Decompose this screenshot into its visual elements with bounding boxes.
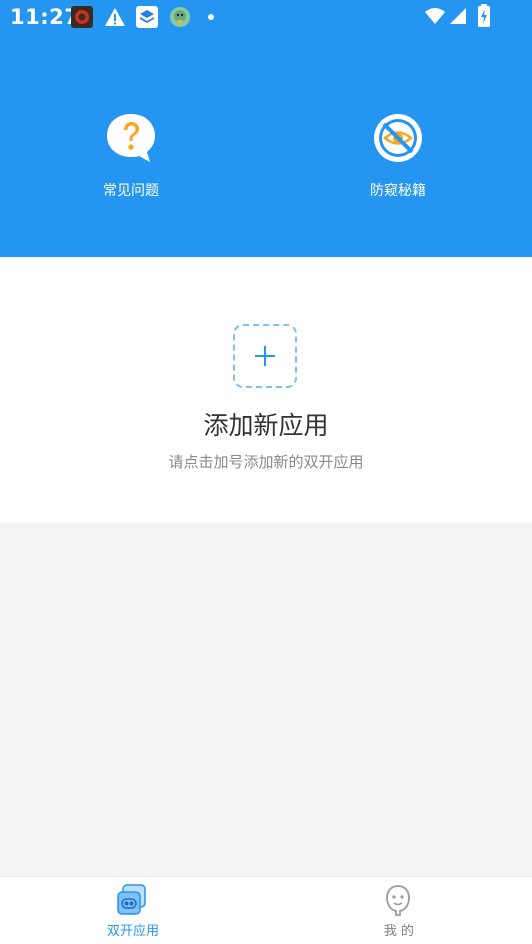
signal-icon [450, 8, 466, 24]
empty-state-subtitle: 请点击加号添加新的双开应用 [168, 453, 364, 471]
add-app-button[interactable] [233, 324, 297, 388]
battery-charging-icon [478, 4, 490, 27]
nav-tab-mine[interactable]: 我 的 [266, 877, 532, 944]
layers-app-icon [136, 6, 158, 28]
hidden-eye-icon [374, 114, 422, 162]
faq-label: 常见问题 [103, 183, 159, 199]
plus-icon [255, 346, 275, 366]
nav-label-dual-apps: 双开应用 [106, 924, 159, 939]
status-time: 11:27 [10, 5, 80, 29]
warning-icon [105, 8, 125, 26]
status-bar: 11:27 [0, 0, 532, 34]
header: 11:27 常见问题 防窥秘籍 [0, 0, 532, 257]
empty-state-title: 添加新应用 [203, 411, 329, 440]
question-bubble-icon [107, 114, 155, 162]
bird-app-icon [170, 7, 190, 27]
privacy-tips-button[interactable]: 防窥秘籍 [338, 110, 458, 200]
privacy-tips-label: 防窥秘籍 [370, 183, 426, 199]
empty-state-card [0, 257, 532, 523]
profile-face-icon [386, 885, 410, 916]
dot-icon [208, 14, 214, 20]
nav-label-mine: 我 的 [383, 924, 415, 939]
app-notification-icon [71, 6, 93, 28]
dual-apps-icon [117, 884, 146, 915]
bottom-nav: 双开应用 我 的 [0, 876, 532, 944]
app-screen: 11:27 常见问题 防窥秘籍 添加新应用 请点击加号添加新的双开应用 双开应用… [0, 0, 532, 944]
wifi-icon [425, 8, 445, 24]
nav-tab-dual-apps[interactable]: 双开应用 [0, 877, 266, 944]
faq-button[interactable]: 常见问题 [71, 110, 191, 200]
